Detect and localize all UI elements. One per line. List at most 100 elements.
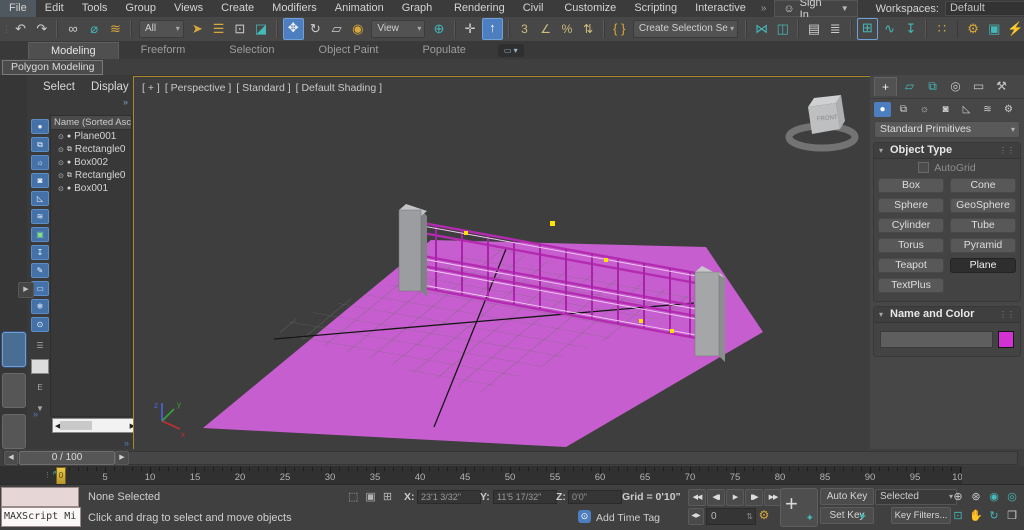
polygon-modeling-tab[interactable]: Polygon Modeling: [2, 60, 103, 75]
object-name-field[interactable]: [880, 331, 993, 348]
separator[interactable]: [454, 20, 456, 38]
menu-item[interactable]: Civil View: [514, 0, 556, 17]
primitive-button[interactable]: Teapot: [878, 258, 944, 273]
z-coord-field[interactable]: 0'0": [568, 490, 622, 504]
filter-spacewarps-icon[interactable]: ≋: [31, 209, 49, 224]
zoom-all-icon[interactable]: ⊛: [968, 489, 984, 505]
keyboard-override-icon[interactable]: ↑: [482, 18, 503, 40]
render-setup-icon[interactable]: ⚙: [963, 19, 982, 39]
named-selection-dropdown[interactable]: Create Selection Se: [633, 20, 738, 38]
separator[interactable]: [56, 20, 58, 38]
tab-motion[interactable]: ◎: [945, 77, 966, 95]
y-coord-field[interactable]: 11'5 17/32": [493, 490, 557, 504]
viewport-menu-renderer[interactable]: [ Standard ]: [236, 82, 290, 94]
named-selection-sets-icon[interactable]: { }: [610, 19, 629, 39]
menu-item[interactable]: Group: [116, 0, 165, 17]
zoom-extents-all-icon[interactable]: ◎: [1004, 489, 1020, 505]
pan-icon[interactable]: ✋: [968, 508, 984, 524]
scene-explorer-toggle-icon[interactable]: ▤: [804, 19, 823, 39]
new-key-icon[interactable]: ✦: [858, 510, 867, 523]
menu-item[interactable]: Tools: [73, 0, 117, 17]
time-tag-icon[interactable]: ⊙: [578, 510, 591, 523]
object-type-rollout-header[interactable]: ▾ Object Type ⋮⋮: [874, 143, 1020, 159]
explorer-horizontal-scrollbar[interactable]: ◀ ▶: [52, 418, 138, 433]
ribbon-tab[interactable]: Freeform: [119, 42, 208, 58]
list-item[interactable]: ⊙ ● Box002: [51, 156, 131, 169]
sort-list-icon[interactable]: ☰: [31, 338, 49, 353]
category-spacewarps-icon[interactable]: ≋: [979, 102, 996, 117]
explorer-column-header[interactable]: Name (Sorted Ascend: [51, 116, 131, 130]
ribbon-tab[interactable]: Selection: [207, 42, 296, 58]
menu-item[interactable]: Edit: [36, 0, 73, 17]
link-icon[interactable]: ∞: [63, 19, 82, 39]
time-slider-frame-indicator[interactable]: 0: [56, 467, 66, 485]
window-crossing-icon[interactable]: ◪: [251, 19, 270, 39]
tab-hierarchy[interactable]: ⧉: [922, 77, 943, 95]
separator[interactable]: [745, 20, 747, 38]
maxscript-mini-listener[interactable]: MAXScript Mi: [1, 507, 81, 527]
frame-spinner[interactable]: ⇅: [746, 509, 753, 524]
filter-shapes-icon[interactable]: ⧉: [31, 137, 49, 152]
category-systems-icon[interactable]: ⚙: [1000, 102, 1017, 117]
filter-bones-icon[interactable]: ↧: [31, 245, 49, 260]
auto-key-button[interactable]: Auto Key: [820, 488, 874, 505]
tab-display[interactable]: ▭: [968, 77, 989, 95]
ribbon-overflow-button[interactable]: ▭ ▾: [498, 44, 524, 57]
primitive-button[interactable]: TextPlus: [878, 278, 944, 293]
zoom-region-icon[interactable]: ⊡: [950, 508, 966, 524]
list-item[interactable]: ⊙ ● Box001: [51, 182, 131, 195]
zoom-icon[interactable]: ⊕: [950, 489, 966, 505]
menu-overflow-chevron[interactable]: »: [755, 3, 773, 14]
visibility-eye-icon[interactable]: ⊙: [58, 133, 64, 141]
spinner-snap-icon[interactable]: ⇅: [579, 19, 598, 39]
add-time-tag-button[interactable]: Add Time Tag: [596, 512, 660, 524]
filter-geometry-icon[interactable]: ●: [31, 119, 49, 134]
current-frame-field[interactable]: 0 ⇅: [706, 508, 756, 525]
mirror-icon[interactable]: ⋈: [752, 19, 771, 39]
workspace-dropdown[interactable]: Default: [945, 1, 1024, 16]
selection-filter-dropdown[interactable]: All: [139, 20, 184, 38]
list-item[interactable]: ⊙ ⧉ Rectangle0: [51, 143, 131, 156]
redo-icon[interactable]: ↷: [32, 19, 51, 39]
render-production-icon[interactable]: ⚡: [1006, 19, 1024, 39]
explorer-menu-item[interactable]: Display: [91, 81, 129, 93]
track-bar[interactable]: ⋮∿ 5101520253035404550556065707580859095…: [0, 466, 1024, 485]
filter-lights-icon[interactable]: ☼: [31, 155, 49, 170]
primitive-button[interactable]: Sphere: [878, 198, 944, 213]
orbit-icon[interactable]: ↻: [986, 508, 1002, 524]
zoom-extents-icon[interactable]: ◉: [986, 489, 1002, 505]
time-configuration-icon[interactable]: ⚙: [756, 508, 772, 523]
filter-overflow-chevron[interactable]: »: [33, 409, 38, 419]
layer-explorer-window-icon[interactable]: ⊞: [857, 18, 878, 40]
ribbon-tab[interactable]: Populate: [400, 42, 487, 58]
tab-create[interactable]: +: [874, 77, 897, 96]
layer-explorer-toggle-icon[interactable]: ≣: [826, 19, 845, 39]
category-cameras-icon[interactable]: ◙: [937, 102, 954, 117]
select-move-icon[interactable]: ✥: [283, 18, 304, 40]
select-object-icon[interactable]: ➤: [188, 19, 207, 39]
primitive-button[interactable]: Cone: [950, 178, 1016, 193]
isolate-selection-icon[interactable]: ⬚: [348, 490, 358, 503]
primitive-button[interactable]: Plane: [950, 258, 1016, 273]
separator[interactable]: [508, 20, 510, 38]
menu-item[interactable]: Interactive: [686, 0, 755, 17]
time-slider-prev-arrow[interactable]: ◀: [4, 451, 18, 465]
menu-item[interactable]: Scripting: [625, 0, 686, 17]
undo-icon[interactable]: ↶: [11, 19, 30, 39]
primitive-button[interactable]: Torus: [878, 238, 944, 253]
x-coord-field[interactable]: 23'1 3/32": [417, 490, 481, 504]
ribbon-panel-button[interactable]: [2, 332, 26, 367]
viewport-menu-general[interactable]: [ + ]: [142, 82, 160, 94]
menu-item[interactable]: Rendering: [445, 0, 514, 17]
sign-in-button[interactable]: ☺ Sign In ▼: [774, 0, 857, 17]
percent-snap-icon[interactable]: %: [557, 19, 576, 39]
explorer-bottom-chevron[interactable]: »: [124, 438, 129, 448]
filter-cameras-icon[interactable]: ◙: [31, 173, 49, 188]
name-color-rollout-header[interactable]: ▾ Name and Color ⋮⋮: [874, 307, 1020, 323]
list-item[interactable]: ⊙ ● Plane001: [51, 130, 131, 143]
key-filters-button[interactable]: Key Filters...: [891, 507, 951, 524]
separator[interactable]: [957, 20, 959, 38]
menu-item[interactable]: Animation: [326, 0, 393, 17]
panel-flyout-arrow[interactable]: ▶: [18, 282, 34, 298]
reference-coordinate-dropdown[interactable]: View: [371, 20, 425, 38]
